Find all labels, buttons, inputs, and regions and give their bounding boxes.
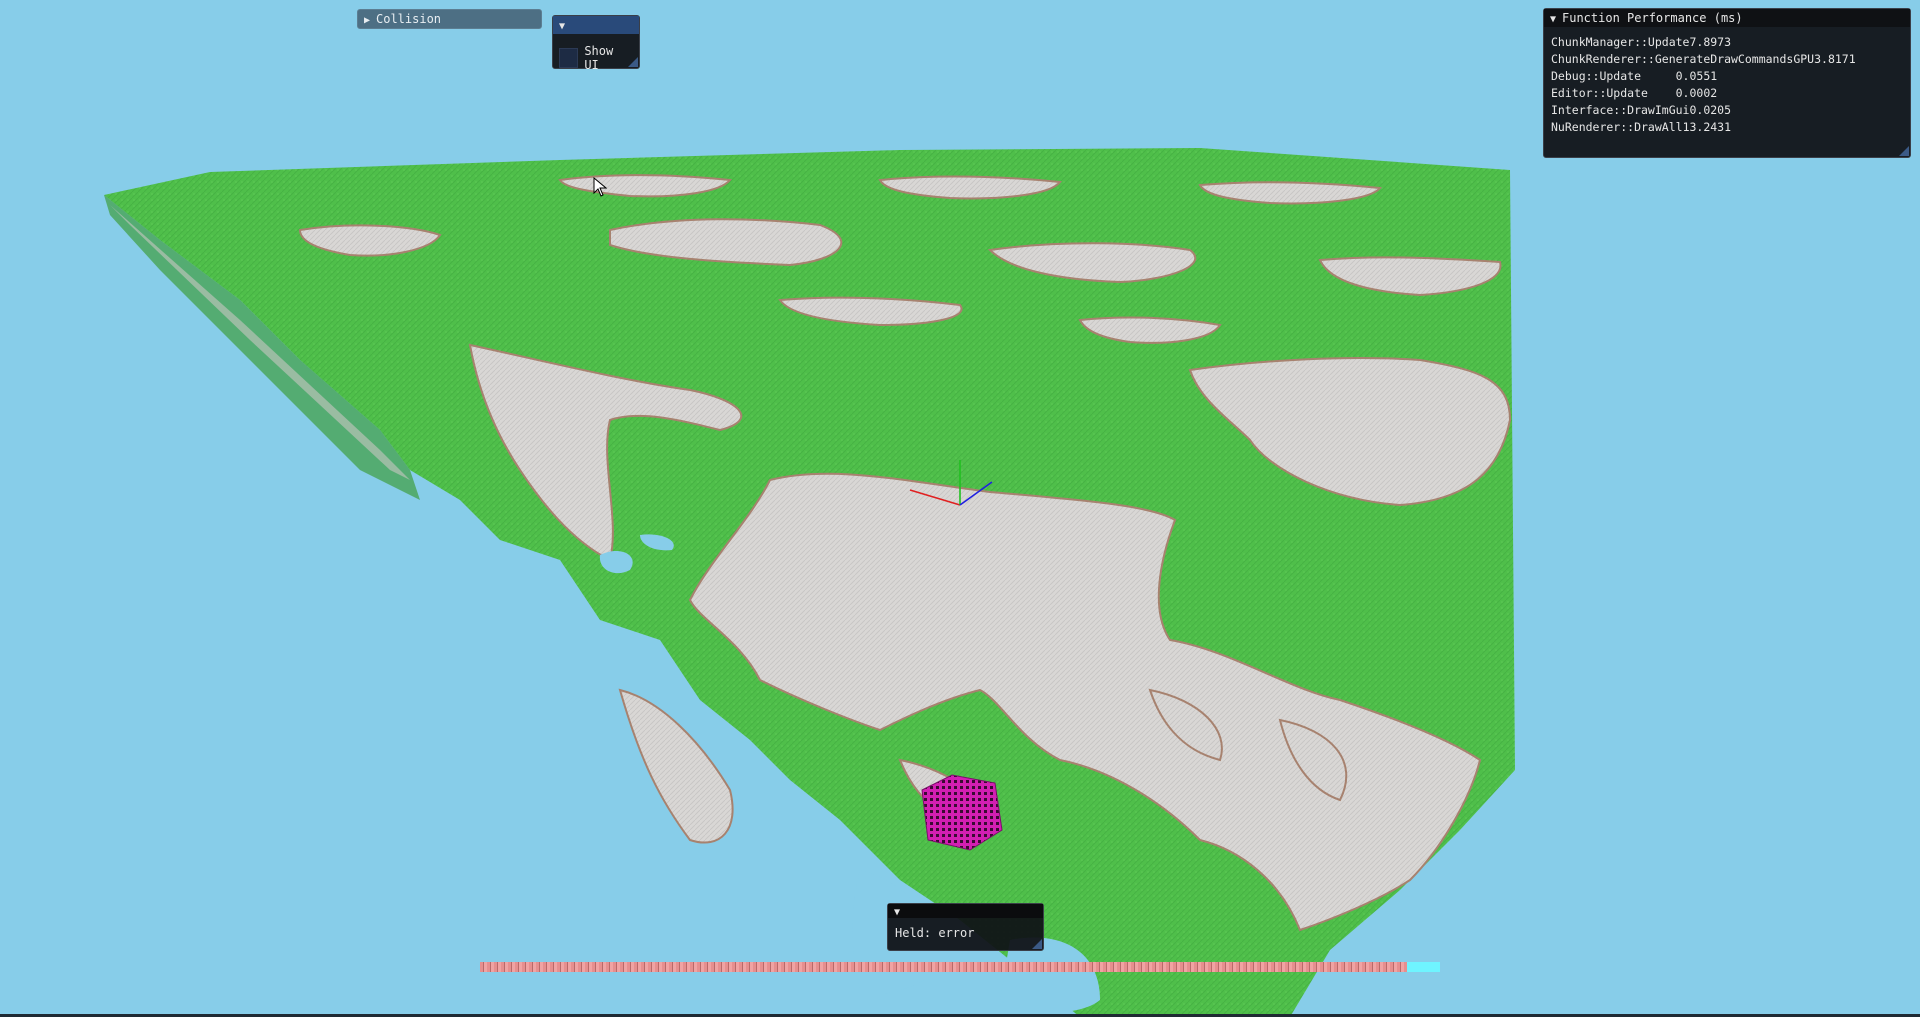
resize-grip-icon[interactable] — [1032, 939, 1042, 949]
held-window-header[interactable]: ▼ — [888, 904, 1043, 918]
perf-row: NuRenderer::DrawAll 13.2431 — [1551, 119, 1903, 136]
perf-window-header[interactable]: ▼ Function Performance (ms) — [1544, 9, 1910, 27]
mouse-cursor-icon — [593, 177, 607, 197]
held-item-text: Held: error — [895, 926, 975, 940]
perf-rows: ChunkManager::Update 7.8973 ChunkRendere… — [1544, 27, 1910, 143]
show-ui-checkbox[interactable] — [559, 48, 579, 68]
perf-row-value: 0.0002 — [1675, 86, 1718, 100]
perf-row-value: 13.2431 — [1682, 120, 1732, 134]
collapse-arrow-icon[interactable]: ▼ — [559, 18, 571, 36]
perf-row: ChunkManager::Update 7.8973 — [1551, 34, 1903, 51]
show-ui-checkbox-row[interactable]: Show UI — [553, 34, 639, 82]
perf-row-value: 3.8171 — [1814, 52, 1856, 66]
collapse-arrow-icon[interactable]: ▼ — [1550, 11, 1562, 29]
show-ui-label: Show UI — [584, 44, 614, 72]
hotbar-selected-slot[interactable] — [1407, 962, 1440, 972]
show-ui-window[interactable]: ▼ Show UI — [552, 15, 640, 72]
perf-row-name: ChunkManager::Update — [1551, 35, 1690, 49]
perf-row: ChunkRenderer::GenerateDrawCommandsGPU 3… — [1551, 51, 1903, 68]
perf-row: Editor::Update 0.0002 — [1551, 85, 1903, 102]
collision-window-title: Collision — [376, 12, 442, 26]
perf-window-title: Function Performance (ms) — [1562, 11, 1743, 25]
perf-row-name: ChunkRenderer::GenerateDrawCommandsGPU — [1551, 52, 1815, 66]
resize-grip-icon[interactable] — [1899, 146, 1909, 156]
collision-window-header[interactable]: ▶ Collision — [358, 10, 541, 28]
perf-row-name: NuRenderer::DrawAll — [1551, 120, 1683, 134]
perf-row-value: 0.0551 — [1675, 69, 1718, 83]
perf-row-value: 7.8973 — [1689, 35, 1732, 49]
perf-row-name: Interface::DrawImGui — [1551, 103, 1690, 117]
function-performance-window[interactable]: ▼ Function Performance (ms) ChunkManager:… — [1543, 8, 1911, 158]
resize-grip-icon[interactable] — [628, 57, 638, 67]
perf-row: Debug::Update 0.0551 — [1551, 68, 1903, 85]
held-item-window[interactable]: ▼ Held: error — [887, 903, 1044, 951]
show-ui-window-header[interactable]: ▼ — [553, 16, 639, 34]
perf-row-value: 0.0205 — [1689, 103, 1732, 117]
hotbar[interactable] — [480, 962, 1440, 972]
collapse-arrow-icon[interactable]: ▼ — [894, 906, 906, 920]
expand-arrow-icon[interactable]: ▶ — [364, 12, 376, 30]
perf-row-name: Debug::Update — [1551, 69, 1676, 83]
perf-row-name: Editor::Update — [1551, 86, 1676, 100]
collision-window[interactable]: ▶ Collision — [357, 9, 542, 29]
perf-row: Interface::DrawImGui 0.0205 — [1551, 102, 1903, 119]
